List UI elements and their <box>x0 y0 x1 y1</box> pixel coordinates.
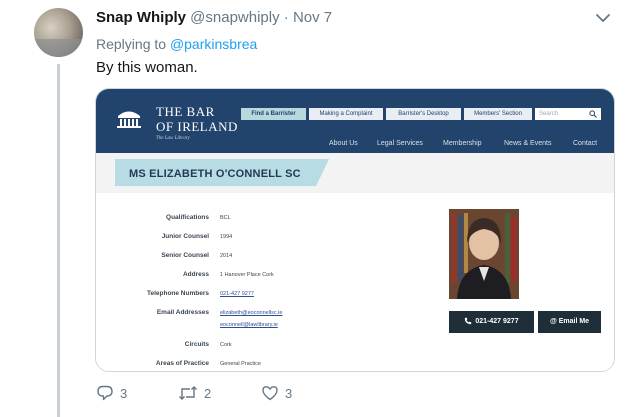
senior-counsel-label: Senior Counsel <box>161 252 209 259</box>
telephone-link[interactable]: 021-427 9277 <box>220 291 254 297</box>
email-label: Email Addresses <box>156 309 209 316</box>
retweet-icon <box>179 386 197 400</box>
retweet-count: 2 <box>204 385 212 401</box>
embedded-screenshot[interactable]: THE BAR OF IRELAND The Law Library Find … <box>95 88 615 372</box>
address-label: Address <box>182 271 209 278</box>
like-count: 3 <box>285 385 293 401</box>
site-search-input[interactable]: Search <box>535 108 601 120</box>
members-section-button[interactable]: Members' Section <box>464 108 532 120</box>
tweet-text: By this woman. <box>96 59 198 76</box>
chevron-down-icon[interactable] <box>594 12 612 24</box>
replying-mention-link[interactable]: @parkinsbrea <box>170 36 257 52</box>
find-barrister-button[interactable]: Find a Barrister <box>241 108 306 120</box>
email-link-1[interactable]: elizabeth@eoconnellsc.ie <box>220 310 282 316</box>
tweet-header: Snap Whiply @snapwhiply · Nov 7 <box>96 9 332 26</box>
heart-icon <box>262 386 278 401</box>
profile-name: MS ELIZABETH O'CONNELL SC <box>129 168 301 180</box>
thread-line <box>57 64 60 417</box>
barrister-photo <box>449 209 519 299</box>
nav-legal-services[interactable]: Legal Services <box>377 140 423 147</box>
retweet-action[interactable]: 2 <box>178 384 211 402</box>
circuits-value: Cork <box>220 342 232 348</box>
reply-icon <box>97 385 113 401</box>
nav-membership[interactable]: Membership <box>443 140 482 147</box>
call-button[interactable]: 021-427 9277 <box>449 311 534 333</box>
avatar[interactable] <box>34 8 83 57</box>
address-value: 1 Hanover Place Cork <box>220 272 274 278</box>
qualifications-value: BCL <box>220 215 231 221</box>
making-complaint-button[interactable]: Making a Complaint <box>309 108 383 120</box>
call-button-label: 021-427 9277 <box>475 318 519 325</box>
logo-title-line1: THE BAR <box>156 104 215 119</box>
reply-action[interactable]: 3 <box>96 384 127 402</box>
qualifications-label: Qualifications <box>166 214 209 221</box>
replying-prefix: Replying to <box>96 36 167 52</box>
junior-counsel-label: Junior Counsel <box>161 233 209 240</box>
logo-title-line2: OF IRELAND <box>156 119 238 134</box>
circuits-label: Circuits <box>184 341 209 348</box>
tweet-date[interactable]: Nov 7 <box>293 9 332 26</box>
separator-dot: · <box>283 9 289 26</box>
replying-to: Replying to @parkinsbrea <box>96 36 257 52</box>
barristers-desktop-button[interactable]: Barrister's Desktop <box>386 108 461 120</box>
search-icon[interactable] <box>589 110 597 118</box>
nav-about-us[interactable]: About Us <box>329 140 358 147</box>
logo-subtitle: The Law Library <box>156 136 190 141</box>
telephone-label: Telephone Numbers <box>146 290 209 297</box>
junior-counsel-value: 1994 <box>220 234 233 240</box>
like-action[interactable]: 3 <box>261 384 292 402</box>
email-link-2[interactable]: eoconnell@lawlibrary.ie <box>220 322 278 328</box>
areas-of-practice-value: General Practice <box>220 361 261 367</box>
nav-contact[interactable]: Contact <box>573 140 597 147</box>
nav-news-events[interactable]: News & Events <box>504 140 551 147</box>
reply-count: 3 <box>120 385 128 401</box>
display-name[interactable]: Snap Whiply <box>96 9 186 26</box>
areas-of-practice-label: Areas of Practice <box>155 360 209 367</box>
senior-counsel-value: 2014 <box>220 253 233 259</box>
bar-of-ireland-logo-icon <box>117 111 141 128</box>
phone-icon <box>465 317 472 325</box>
email-me-button[interactable]: @ Email Me <box>538 311 601 333</box>
user-handle[interactable]: @snapwhiply <box>190 9 279 26</box>
